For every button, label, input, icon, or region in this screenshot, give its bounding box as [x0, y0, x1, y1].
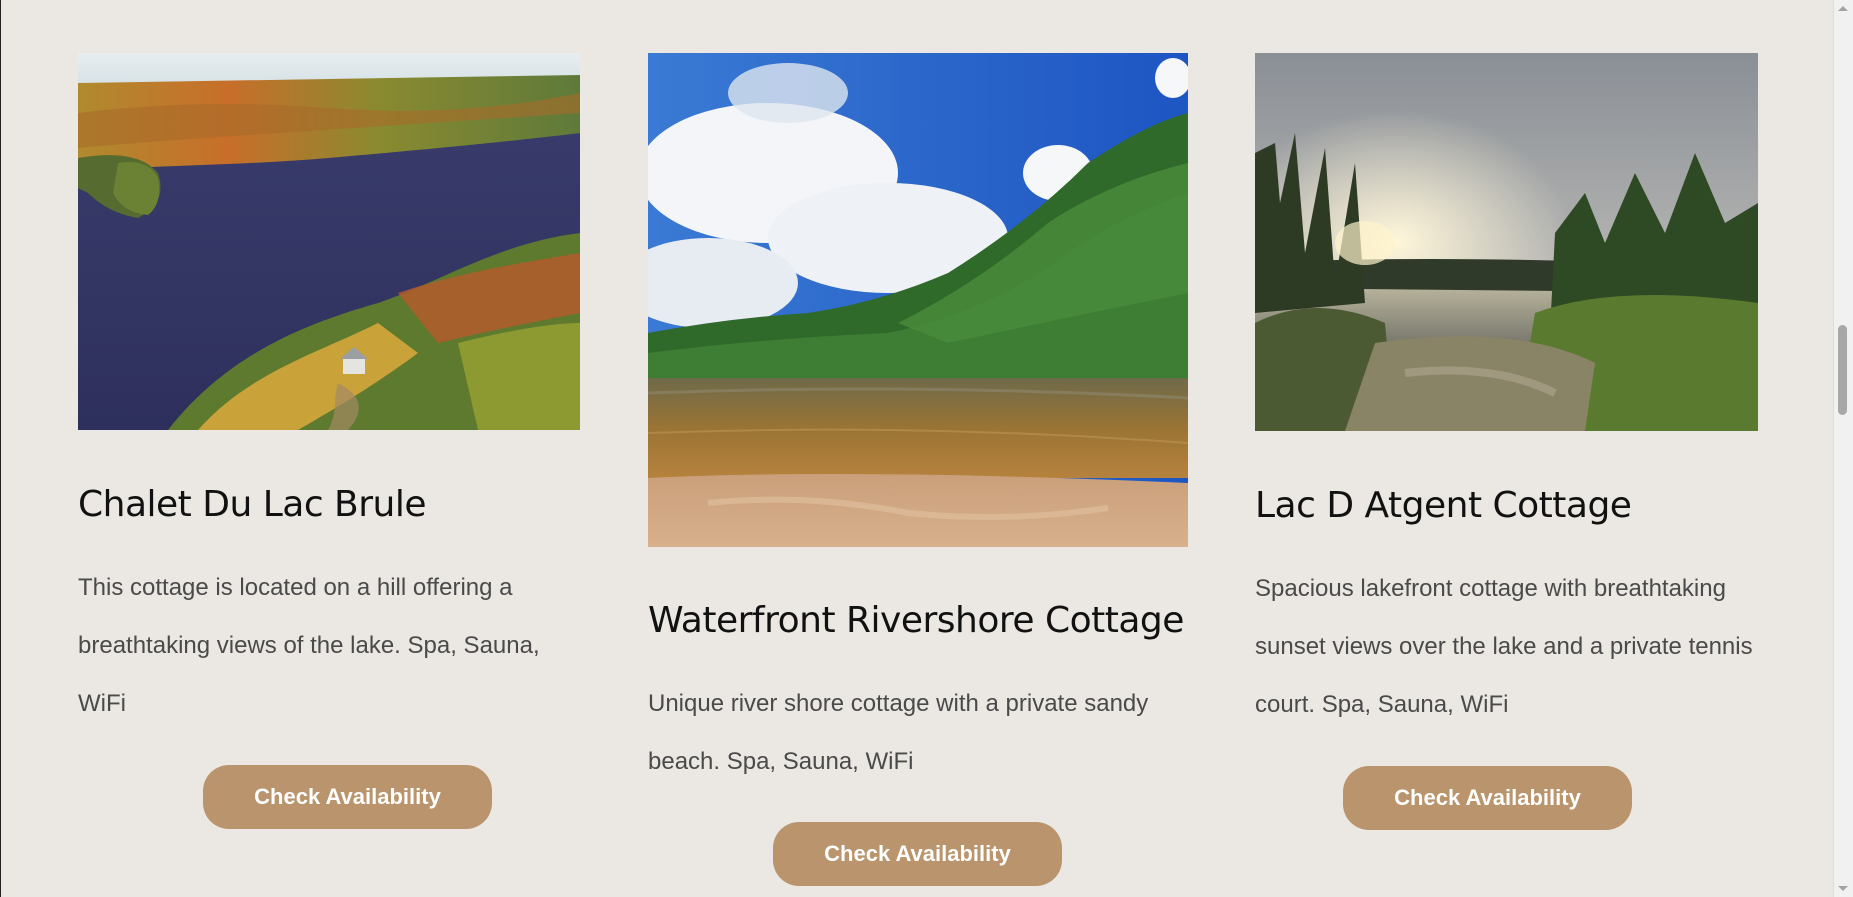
- vertical-scrollbar[interactable]: [1833, 0, 1853, 897]
- scroll-up-arrow-icon[interactable]: [1838, 6, 1848, 11]
- check-availability-button[interactable]: Check Availability: [203, 765, 492, 829]
- cottage-photo-sunset-lake[interactable]: [1255, 53, 1758, 431]
- cottage-description: Spacious lakefront cottage with breathta…: [1255, 575, 1753, 718]
- scrollbar-thumb[interactable]: [1838, 325, 1847, 415]
- cottage-photo-river-beach[interactable]: [648, 53, 1188, 547]
- cottage-title: Lac D Atgent Cottage: [1255, 485, 1632, 526]
- cottage-title: Chalet Du Lac Brule: [78, 484, 427, 525]
- check-availability-button[interactable]: Check Availability: [773, 822, 1062, 886]
- cottage-title: Waterfront Rivershore Cottage: [648, 600, 1184, 641]
- cottage-listing-page: Chalet Du Lac Brule This cottage is loca…: [0, 0, 1853, 897]
- check-availability-button[interactable]: Check Availability: [1343, 766, 1632, 830]
- cottage-description: This cottage is located on a hill offeri…: [78, 574, 540, 717]
- cottage-photo-autumn-lake[interactable]: [78, 53, 580, 430]
- scroll-down-arrow-icon[interactable]: [1838, 886, 1848, 891]
- cottage-description: Unique river shore cottage with a privat…: [648, 690, 1149, 775]
